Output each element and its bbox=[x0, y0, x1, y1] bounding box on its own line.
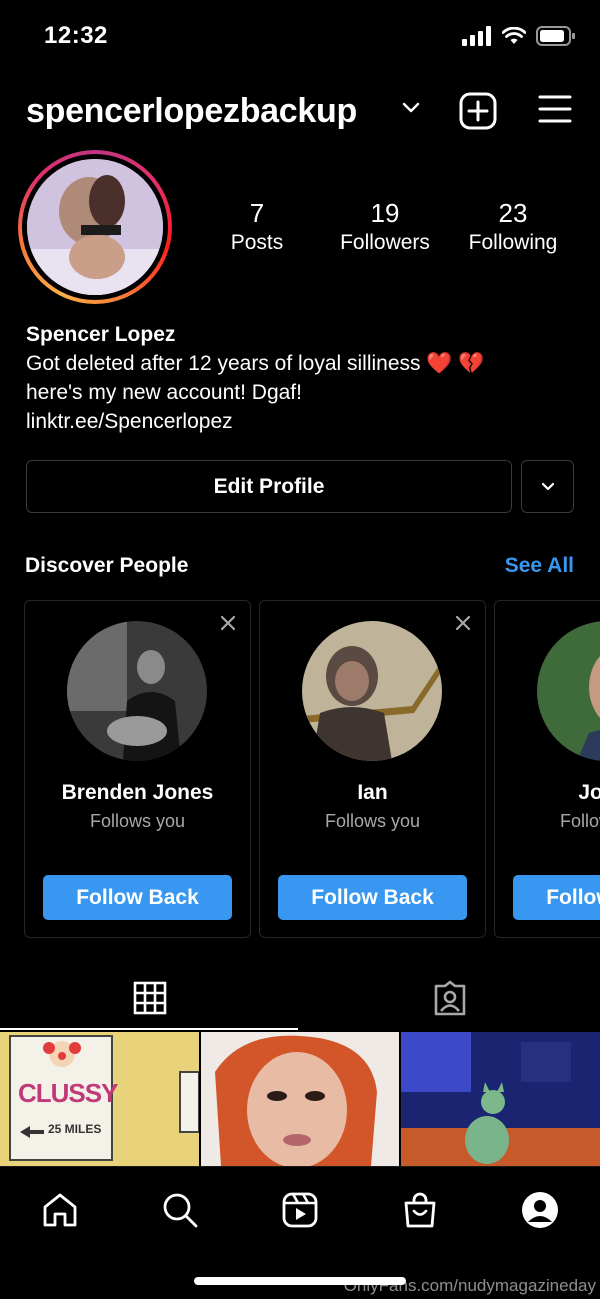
followers-count: 19 bbox=[370, 198, 400, 228]
suggestion-name[interactable]: Joe G bbox=[495, 781, 600, 805]
nav-reels[interactable] bbox=[275, 1185, 325, 1235]
posts-label: Posts bbox=[230, 231, 284, 254]
status-time: 12:32 bbox=[44, 22, 108, 49]
suggestion-subtitle: Follows you bbox=[89, 811, 186, 831]
bio-line: Got deleted after 12 years of loyal sill… bbox=[26, 352, 485, 375]
bio-link[interactable]: linktr.ee/Spencerlopez bbox=[26, 407, 586, 436]
suggestion-name[interactable]: Ian bbox=[260, 781, 485, 805]
status-icons bbox=[462, 26, 576, 46]
account-username[interactable]: spencerlopezbackup bbox=[26, 92, 357, 131]
profile-avatar[interactable] bbox=[18, 150, 172, 304]
suggestion-subtitle: Follows you bbox=[559, 811, 600, 831]
nav-search[interactable] bbox=[155, 1185, 205, 1235]
tagged-icon bbox=[434, 980, 466, 1016]
avatar-photo bbox=[27, 159, 163, 295]
post-thumbnail[interactable] bbox=[200, 1032, 400, 1166]
status-bar: 12:32 bbox=[0, 0, 600, 70]
followers-stat[interactable]: 19 Followers bbox=[320, 198, 450, 255]
wifi-icon bbox=[502, 27, 526, 44]
close-icon[interactable] bbox=[455, 615, 471, 631]
profile-tabs bbox=[0, 966, 600, 1030]
suggestion-card[interactable]: Joe G Follows you Follow Back bbox=[494, 600, 600, 938]
discover-cards: Brenden Jones Follows you Follow Back Ia… bbox=[0, 600, 600, 938]
discover-title: Discover People bbox=[25, 554, 189, 577]
signal-icon bbox=[462, 26, 491, 46]
watermark-text: OnlyFans.com/nudymagazineday bbox=[343, 1276, 596, 1295]
follow-back-button[interactable]: Follow Back bbox=[278, 875, 467, 920]
suggestion-avatar[interactable] bbox=[537, 621, 600, 761]
tab-tagged[interactable] bbox=[300, 966, 600, 1030]
post-thumbnail[interactable]: CLUSSY 25 MILES bbox=[0, 1032, 199, 1166]
active-tab-indicator bbox=[0, 1028, 298, 1030]
suggestion-subtitle: Follows you bbox=[324, 811, 421, 831]
nav-profile[interactable] bbox=[515, 1185, 565, 1235]
profile-icon bbox=[522, 1192, 558, 1228]
follow-back-button[interactable]: Follow Back bbox=[43, 875, 232, 920]
battery-icon bbox=[536, 26, 575, 46]
followers-label: Followers bbox=[340, 231, 430, 254]
bottom-navigation bbox=[0, 1166, 600, 1252]
search-icon bbox=[163, 1193, 198, 1228]
following-stat[interactable]: 23 Following bbox=[448, 198, 578, 255]
menu-icon[interactable] bbox=[538, 94, 572, 124]
grid-icon bbox=[133, 981, 167, 1015]
close-icon[interactable] bbox=[220, 615, 236, 631]
profile-name: Spencer Lopez bbox=[26, 323, 176, 346]
nav-home[interactable] bbox=[35, 1185, 85, 1235]
shop-icon bbox=[404, 1192, 436, 1228]
edit-profile-button[interactable]: Edit Profile bbox=[26, 460, 512, 513]
suggestion-avatar[interactable] bbox=[302, 621, 442, 761]
profile-header: spencerlopezbackup bbox=[0, 84, 600, 140]
sign-text: CLUSSY bbox=[18, 1078, 118, 1108]
sign-text: 25 MILES bbox=[48, 1122, 102, 1136]
posts-stat[interactable]: 7 Posts bbox=[192, 198, 322, 255]
posts-count: 7 bbox=[249, 198, 265, 228]
posts-grid: CLUSSY 25 MILES bbox=[0, 1032, 600, 1166]
post-thumbnail[interactable] bbox=[401, 1032, 600, 1166]
following-label: Following bbox=[468, 231, 558, 254]
new-post-icon[interactable] bbox=[459, 92, 497, 130]
suggestion-name[interactable]: Brenden Jones bbox=[25, 781, 250, 805]
suggestions-toggle-button[interactable] bbox=[521, 460, 574, 513]
nav-shop[interactable] bbox=[395, 1185, 445, 1235]
suggestion-card[interactable]: Brenden Jones Follows you Follow Back bbox=[24, 600, 251, 938]
follow-back-button[interactable]: Follow Back bbox=[513, 875, 600, 920]
following-count: 23 bbox=[498, 198, 528, 228]
chevron-down-icon[interactable] bbox=[402, 102, 420, 114]
tab-posts-grid[interactable] bbox=[0, 966, 300, 1030]
profile-bio: Spencer Lopez Got deleted after 12 years… bbox=[26, 320, 586, 436]
see-all-link[interactable]: See All bbox=[505, 554, 574, 578]
home-icon bbox=[43, 1193, 77, 1227]
chevron-down-icon bbox=[541, 482, 554, 491]
suggestion-avatar[interactable] bbox=[67, 621, 207, 761]
bio-line: here's my new account! Dgaf! bbox=[26, 381, 302, 404]
suggestion-card[interactable]: Ian Follows you Follow Back bbox=[259, 600, 486, 938]
reels-icon bbox=[282, 1192, 318, 1228]
